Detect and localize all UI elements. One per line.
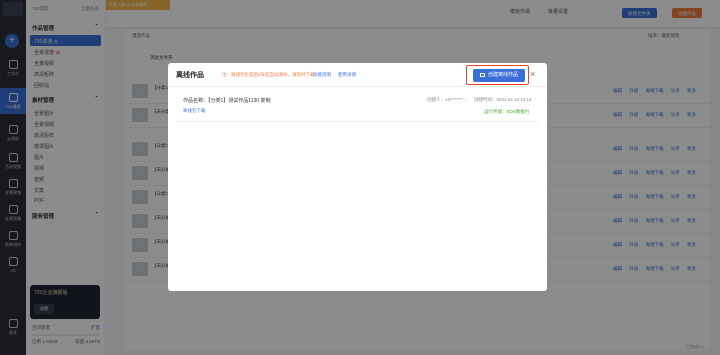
work-name: 作品名称：【分类1】测试作品1130 复制 [183,98,271,104]
creator: 创建人：167******... [427,97,467,102]
usage-details-link[interactable]: 使用详情 [338,72,356,78]
create-offline-work-button[interactable]: 创建离线作品 [473,69,525,82]
offline-package-download-link[interactable]: 离线包下载 [183,108,206,114]
modal-divider [168,86,547,87]
modal-title: 离线作品 [176,72,204,79]
close-icon[interactable]: × [530,68,535,80]
created-time: 创建时间：2024.04.19 15:14 [474,97,532,102]
feature-help-link[interactable]: 功能说明 [313,72,331,78]
modal-note: 注：离线包生成后3天后自动清除，请及时下载 [222,72,315,77]
runtime-status: 运行终端：SDK数据包 [484,109,530,114]
box-icon [479,72,485,77]
